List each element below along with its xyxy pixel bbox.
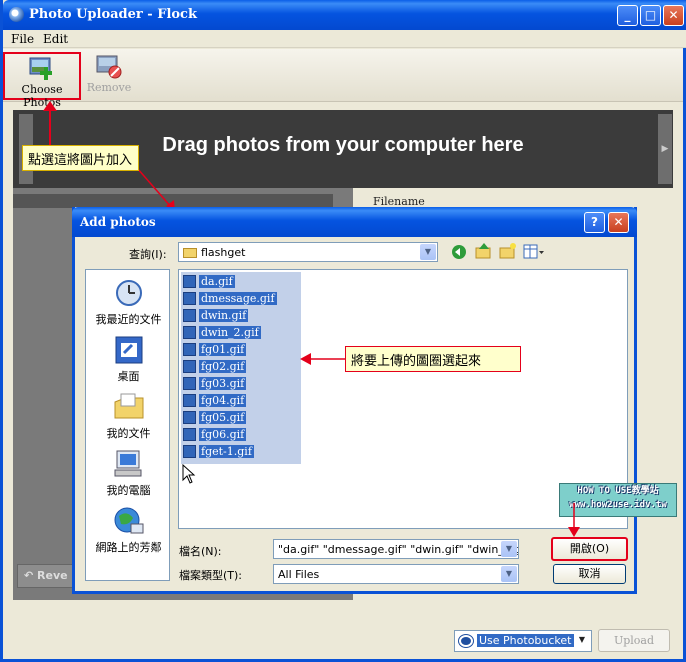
place-my-computer[interactable]: 我的電腦 xyxy=(86,449,171,498)
file-item[interactable]: fg02.gif xyxy=(183,359,247,375)
back-icon[interactable] xyxy=(451,244,467,260)
place-network-label: 網路上的芳鄰 xyxy=(95,541,162,554)
chevron-down-icon: ▼ xyxy=(574,632,590,648)
photobucket-icon xyxy=(458,634,474,648)
file-item[interactable]: dwin.gif xyxy=(183,308,249,324)
open-button[interactable]: 開啟(O) xyxy=(551,537,628,561)
reverse-button[interactable]: ↶ Reve xyxy=(17,564,77,588)
filename-input[interactable]: "da.gif" "dmessage.gif" "dwin.gif" "dwin… xyxy=(273,539,519,559)
gif-file-icon xyxy=(183,342,196,356)
file-item[interactable]: da.gif xyxy=(183,274,235,290)
close-button[interactable]: ✕ xyxy=(663,5,684,26)
cancel-button[interactable]: 取消 xyxy=(553,564,626,584)
dialog-title: Add photos xyxy=(80,215,156,229)
file-item[interactable]: fg06.gif xyxy=(183,427,247,443)
reverse-label: Reve xyxy=(37,569,68,582)
service-dropdown[interactable]: Use Photobucket ▼ xyxy=(454,630,592,652)
toolbar: Choose Photos Remove xyxy=(3,49,683,109)
folder-icon xyxy=(183,248,197,258)
dialog-close-button[interactable]: ✕ xyxy=(608,212,629,233)
file-item[interactable]: dmessage.gif xyxy=(183,291,277,307)
recent-documents-icon xyxy=(113,278,145,308)
my-documents-icon xyxy=(113,392,145,422)
lookin-value: flashget xyxy=(201,246,246,259)
annotation-tip-choose: 點選這將圖片加入 xyxy=(22,145,139,171)
network-places-icon xyxy=(113,506,145,536)
place-desktop-label: 桌面 xyxy=(117,370,140,383)
gif-file-icon xyxy=(183,308,196,322)
file-item[interactable]: fget-1.gif xyxy=(183,444,254,460)
desktop-icon xyxy=(113,335,145,365)
file-item[interactable]: fg01.gif xyxy=(183,342,247,358)
annotation-tip-select: 將要上傳的圖圈選起來 xyxy=(345,346,521,372)
upload-button[interactable]: Upload xyxy=(598,629,670,652)
choose-photos-button[interactable]: Choose Photos xyxy=(3,52,81,109)
filename-value: "da.gif" "dmessage.gif" "dwin.gif" "dwin… xyxy=(278,543,519,556)
flock-logo-icon xyxy=(9,7,24,22)
filetype-value: All Files xyxy=(278,568,320,581)
gif-file-icon xyxy=(183,325,196,339)
add-photo-icon xyxy=(29,57,55,81)
menu-bar: File Edit xyxy=(3,30,686,48)
lookin-dropdown[interactable]: flashget ▼ xyxy=(178,242,438,262)
filetype-label: 檔案類型(T): xyxy=(179,569,243,582)
menu-edit[interactable]: Edit xyxy=(43,32,68,46)
my-computer-icon xyxy=(113,449,145,479)
place-my-computer-label: 我的電腦 xyxy=(106,484,151,497)
chevron-down-icon: ▼ xyxy=(501,566,517,582)
filetype-dropdown[interactable]: All Files ▼ xyxy=(273,564,519,584)
view-menu-icon[interactable] xyxy=(523,244,545,260)
add-photos-dialog: Add photos ? ✕ 查詢(I): flashget ▼ 我最近的文件 … xyxy=(72,207,677,594)
minimize-button[interactable]: _ xyxy=(617,5,638,26)
file-list[interactable]: da.gif dmessage.gif dwin.gif dwin_2.gif … xyxy=(178,269,677,529)
place-my-documents-label: 我的文件 xyxy=(106,427,151,440)
lookin-label: 查詢(I): xyxy=(129,248,167,261)
gif-file-icon xyxy=(183,376,196,390)
annotation-arrow-up xyxy=(49,105,51,145)
gif-file-icon xyxy=(183,427,196,441)
chevron-down-icon: ▼ xyxy=(501,541,517,557)
gif-file-icon xyxy=(183,359,196,373)
menu-file[interactable]: File xyxy=(11,32,34,46)
bottom-bar: Use Photobucket ▼ Upload xyxy=(3,603,683,659)
annotation-arrow-down xyxy=(568,503,580,537)
gif-file-icon xyxy=(183,274,196,288)
remove-button[interactable]: Remove xyxy=(83,52,135,100)
remove-photo-icon xyxy=(96,55,122,79)
gif-file-icon xyxy=(183,410,196,424)
service-value: Use Photobucket xyxy=(477,634,574,647)
help-button[interactable]: ? xyxy=(584,212,605,233)
file-item[interactable]: fg05.gif xyxy=(183,410,247,426)
maximize-button[interactable]: □ xyxy=(640,5,661,26)
gif-file-icon xyxy=(183,393,196,407)
filename-label: 檔名(N): xyxy=(179,545,222,558)
chevron-down-icon: ▼ xyxy=(420,244,436,260)
file-item[interactable]: dwin_2.gif xyxy=(183,325,261,341)
new-folder-icon[interactable] xyxy=(499,242,517,260)
place-network[interactable]: 網路上的芳鄰 xyxy=(86,506,171,555)
places-bar: 我最近的文件 桌面 我的文件 我的電腦 網路上的芳鄰 xyxy=(85,269,170,581)
file-item[interactable]: fg03.gif xyxy=(183,376,247,392)
arrow-head-up-icon xyxy=(43,101,57,111)
gif-file-icon xyxy=(183,444,196,458)
title-bar: Photo Uploader - Flock _ □ ✕ xyxy=(3,0,686,30)
window-title: Photo Uploader - Flock xyxy=(29,7,197,22)
place-recent-label: 我最近的文件 xyxy=(95,313,162,326)
up-folder-icon[interactable] xyxy=(475,242,493,260)
watermark-line1: HOW TO USE教學站 xyxy=(577,486,659,496)
file-item[interactable]: fg04.gif xyxy=(183,393,247,409)
place-recent[interactable]: 我最近的文件 xyxy=(86,278,171,327)
annotation-arrow-left xyxy=(300,353,346,365)
gif-file-icon xyxy=(183,291,196,305)
place-desktop[interactable]: 桌面 xyxy=(86,335,171,384)
place-my-documents[interactable]: 我的文件 xyxy=(86,392,171,441)
mouse-cursor-icon xyxy=(182,464,196,484)
dialog-title-bar: Add photos ? ✕ xyxy=(72,207,637,237)
remove-label: Remove xyxy=(86,81,132,94)
